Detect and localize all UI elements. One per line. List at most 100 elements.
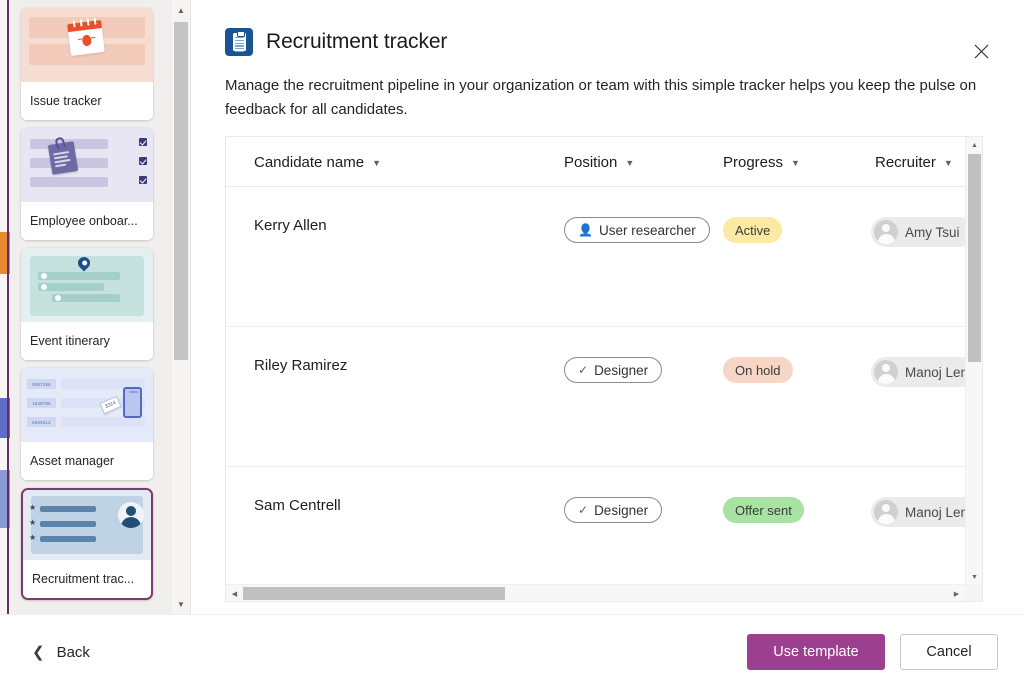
scroll-down-icon[interactable]: ▼ xyxy=(171,594,191,614)
table-horizontal-scrollbar[interactable]: ◀ ▶ xyxy=(226,584,982,601)
column-header-candidate-name[interactable]: Candidate name ▼ xyxy=(254,154,381,171)
chevron-down-icon[interactable]: ▼ xyxy=(372,158,381,168)
column-header-label: Candidate name xyxy=(254,154,365,171)
candidates-table: Candidate name ▼ Position ▼ Progress ▼ R… xyxy=(225,136,983,602)
position-label: Designer xyxy=(594,362,649,378)
chevron-left-icon: ❮ xyxy=(32,644,45,661)
template-detail-dialog: Recruitment tracker Manage the recruitme… xyxy=(190,0,1024,614)
issue-tracker-thumbnail xyxy=(21,8,153,82)
star-icon: ★ xyxy=(29,518,37,527)
chevron-down-icon[interactable]: ▼ xyxy=(944,158,953,168)
cell-progress[interactable]: Offer sent xyxy=(723,497,804,523)
table-row[interactable]: Sam Centrell ✓ Designer Offer sent Manoj… xyxy=(226,467,982,601)
dialog-footer: ❮ Back Use template Cancel xyxy=(0,614,1024,696)
position-chip[interactable]: ✓ Designer xyxy=(564,357,663,383)
scroll-up-icon[interactable]: ▲ xyxy=(171,0,191,20)
template-card-label: Issue tracker xyxy=(21,82,153,120)
column-header-label: Recruiter xyxy=(875,154,936,171)
cell-recruiter[interactable]: Amy Tsui xyxy=(871,217,973,249)
use-template-button[interactable]: Use template xyxy=(747,634,885,670)
column-header-position[interactable]: Position ▼ xyxy=(564,154,634,171)
scrollbar-corner xyxy=(965,584,982,601)
bug-icon xyxy=(81,34,92,47)
table-row[interactable]: Kerry Allen 👤 User researcher Active Amy… xyxy=(226,187,982,327)
table-horizontal-scrollbar-thumb[interactable] xyxy=(243,587,505,600)
check-icon: ✓ xyxy=(578,363,589,377)
cell-candidate-name: Sam Centrell xyxy=(254,497,341,514)
avatar-icon xyxy=(874,220,898,244)
event-itinerary-thumbnail xyxy=(21,248,153,322)
column-header-recruiter[interactable]: Recruiter ▼ xyxy=(875,154,953,171)
template-card-issue-tracker[interactable]: Issue tracker xyxy=(21,8,153,120)
clipboard-document-icon xyxy=(47,136,79,175)
dialog-description: Manage the recruitment pipeline in your … xyxy=(225,77,977,118)
status-badge: Offer sent xyxy=(723,497,804,523)
position-label: Designer xyxy=(594,502,649,518)
table-vertical-scrollbar-thumb[interactable] xyxy=(968,154,981,362)
template-card-event-itinerary[interactable]: Event itinerary xyxy=(21,248,153,360)
status-badge: On hold xyxy=(723,357,793,383)
avatar-icon xyxy=(874,500,898,524)
avatar-icon xyxy=(874,360,898,384)
scroll-right-icon[interactable]: ▶ xyxy=(948,585,965,601)
close-icon[interactable] xyxy=(968,38,994,64)
table-vertical-scrollbar[interactable]: ▲ ▼ xyxy=(965,137,982,586)
recruiter-chip[interactable]: Amy Tsui xyxy=(871,217,973,247)
checkbox-icon xyxy=(139,176,147,184)
asset-number: 5687156 xyxy=(27,379,56,389)
sidebar-scrollbar-thumb[interactable] xyxy=(174,22,188,360)
dialog-title: Recruitment tracker xyxy=(266,30,448,53)
dialog-header: Recruitment tracker xyxy=(225,28,447,56)
cell-position[interactable]: ✓ Designer xyxy=(564,497,663,523)
person-avatar-icon xyxy=(118,502,144,528)
device-icon xyxy=(123,387,142,418)
calendar-icon xyxy=(67,17,105,56)
back-button[interactable]: ❮ Back xyxy=(32,643,90,662)
table-row[interactable]: Riley Ramirez ✓ Designer On hold Manoj L… xyxy=(226,327,982,467)
asset-number: 1649786 xyxy=(27,398,56,408)
background-page-sliver xyxy=(0,0,10,614)
position-chip[interactable]: 👤 User researcher xyxy=(564,217,710,243)
asset-manager-thumbnail: 5687156 1649786 5566512 3314 xyxy=(21,368,153,442)
sidebar-scrollbar[interactable]: ▲ ▼ xyxy=(170,0,190,614)
cell-position[interactable]: 👤 User researcher xyxy=(564,217,710,243)
cell-position[interactable]: ✓ Designer xyxy=(564,357,663,383)
cell-candidate-name: Kerry Allen xyxy=(254,217,327,234)
star-icon: ★ xyxy=(29,503,37,512)
cancel-button[interactable]: Cancel xyxy=(900,634,998,670)
template-card-label: Asset manager xyxy=(21,442,153,480)
position-chip[interactable]: ✓ Designer xyxy=(564,497,663,523)
column-header-label: Progress xyxy=(723,154,784,171)
recruiter-name: Manoj Lenl xyxy=(905,504,972,520)
template-card-asset-manager[interactable]: 5687156 1649786 5566512 3314 Asset manag… xyxy=(21,368,153,480)
back-button-label: Back xyxy=(56,643,90,661)
template-card-employee-onboarding[interactable]: Employee onboar... xyxy=(21,128,153,240)
checkbox-icon xyxy=(139,138,147,146)
clipboard-icon xyxy=(225,28,253,56)
cell-candidate-name: Riley Ramirez xyxy=(254,357,348,374)
position-label: User researcher xyxy=(598,222,696,238)
check-icon: ✓ xyxy=(578,503,589,517)
column-header-progress[interactable]: Progress ▼ xyxy=(723,154,800,171)
employee-onboarding-thumbnail xyxy=(21,128,153,202)
chevron-down-icon[interactable]: ▼ xyxy=(791,158,800,168)
recruitment-tracker-thumbnail: ★ ★ ★ xyxy=(23,490,151,562)
recruiter-name: Manoj Lenl xyxy=(905,364,972,380)
table-header-row: Candidate name ▼ Position ▼ Progress ▼ R… xyxy=(226,137,982,187)
person-icon: 👤 xyxy=(578,223,593,237)
recruiter-name: Amy Tsui xyxy=(905,224,960,240)
scroll-left-icon[interactable]: ◀ xyxy=(226,585,243,601)
status-badge: Active xyxy=(723,217,783,243)
cell-progress[interactable]: Active xyxy=(723,217,783,243)
scroll-up-icon[interactable]: ▲ xyxy=(966,137,982,154)
asset-number: 5566512 xyxy=(27,417,56,427)
template-card-recruitment-tracker[interactable]: ★ ★ ★ Recruitment trac... xyxy=(21,488,153,600)
sliver-accent-border xyxy=(7,0,9,614)
template-card-label: Event itinerary xyxy=(21,322,153,360)
cell-progress[interactable]: On hold xyxy=(723,357,793,383)
chevron-down-icon[interactable]: ▼ xyxy=(625,158,634,168)
template-card-label: Recruitment trac... xyxy=(23,560,151,598)
template-card-label: Employee onboar... xyxy=(21,202,153,240)
star-icon: ★ xyxy=(29,533,37,542)
template-rail: Issue tracker Employee onboar... Event i… xyxy=(10,0,190,614)
